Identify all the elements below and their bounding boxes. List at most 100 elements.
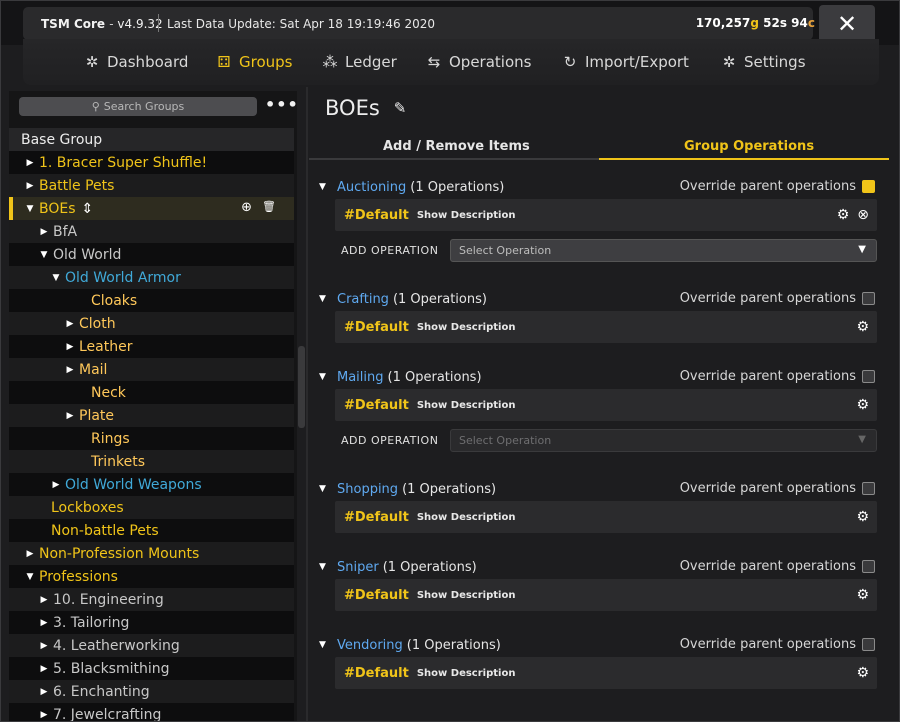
expand-icon[interactable]: ▶ (65, 342, 75, 352)
collapse-icon[interactable]: ▼ (51, 273, 61, 283)
operation-row[interactable]: #Default Show Description ⚙ (335, 389, 877, 421)
override-checkbox[interactable] (862, 370, 875, 383)
module-name[interactable]: Vendoring (337, 638, 403, 653)
collapse-icon[interactable]: ▼ (319, 372, 331, 382)
remove-icon[interactable]: ⊗ (857, 207, 869, 223)
nav-ledger[interactable]: ⁂ Ledger (321, 51, 397, 73)
tree-item[interactable]: Trinkets (9, 450, 294, 473)
expand-icon[interactable]: ▶ (65, 411, 75, 421)
tree-item[interactable]: ▼ BOEs ⇕ ⊕ 🗑 (9, 197, 294, 220)
override-checkbox[interactable] (862, 482, 875, 495)
override-parent[interactable]: Override parent operations (680, 179, 875, 194)
tree-item[interactable]: ▼ Professions (9, 565, 294, 588)
expand-icon[interactable]: ▶ (25, 158, 35, 168)
tree-item[interactable]: Lockboxes (9, 496, 294, 519)
tree-item[interactable]: ▶ Mail (9, 358, 294, 381)
tree-item[interactable]: ▶ 7. Jewelcrafting (9, 703, 294, 721)
collapse-icon[interactable]: ▼ (319, 294, 331, 304)
collapse-icon[interactable]: ▼ (319, 182, 331, 192)
collapse-icon[interactable]: ▼ (39, 250, 49, 260)
gear-icon[interactable]: ⚙ (856, 509, 869, 525)
tree-item[interactable]: Neck (9, 381, 294, 404)
collapse-icon[interactable]: ▼ (25, 204, 35, 214)
expand-icon[interactable]: ▶ (39, 710, 49, 720)
expand-icon[interactable]: ▶ (39, 618, 49, 628)
tree-item[interactable]: ▶ Battle Pets (9, 174, 294, 197)
operation-name[interactable]: #Default (344, 588, 409, 603)
panel-divider[interactable] (306, 87, 308, 721)
expand-icon[interactable]: ▶ (39, 664, 49, 674)
tree-item[interactable]: ▼ Old World (9, 243, 294, 266)
tab-add-remove-items[interactable]: Add / Remove Items (383, 139, 530, 154)
operation-name[interactable]: #Default (344, 320, 409, 335)
tree-item[interactable]: ▶ Old World Weapons (9, 473, 294, 496)
expand-icon[interactable]: ▶ (65, 319, 75, 329)
override-parent[interactable]: Override parent operations (680, 637, 875, 652)
override-parent[interactable]: Override parent operations (680, 291, 875, 306)
nav-groups[interactable]: ⚃ Groups (215, 51, 292, 73)
tree-item[interactable]: ▶ Plate (9, 404, 294, 427)
pencil-icon[interactable]: ✎ (394, 99, 407, 117)
operation-name[interactable]: #Default (344, 510, 409, 525)
show-description-link[interactable]: Show Description (417, 668, 516, 679)
nav-settings[interactable]: ✲ Settings (720, 51, 806, 73)
override-parent[interactable]: Override parent operations (680, 559, 875, 574)
tree-item[interactable]: ▶ Leather (9, 335, 294, 358)
expand-icon[interactable]: ▶ (39, 595, 49, 605)
select-operation-dropdown[interactable]: Select Operation ▼ (450, 239, 877, 262)
collapse-icon[interactable]: ▼ (319, 484, 331, 494)
operation-row[interactable]: #Default Show Description ⚙ (335, 311, 877, 343)
module-name[interactable]: Mailing (337, 370, 384, 385)
show-description-link[interactable]: Show Description (417, 590, 516, 601)
expand-icon[interactable]: ▶ (25, 549, 35, 559)
tree-item[interactable]: ▶ Cloth (9, 312, 294, 335)
expand-icon[interactable]: ▶ (25, 181, 35, 191)
override-checkbox[interactable] (862, 638, 875, 651)
override-checkbox[interactable] (862, 560, 875, 573)
move-icon[interactable]: ⇕ (82, 201, 94, 217)
module-name[interactable]: Shopping (337, 482, 398, 497)
operation-row[interactable]: #Default Show Description ⚙ (335, 657, 877, 689)
gear-icon[interactable]: ⚙ (856, 397, 869, 413)
operation-row[interactable]: #Default Show Description ⚙ ⊗ (335, 199, 877, 231)
expand-icon[interactable]: ▶ (39, 227, 49, 237)
show-description-link[interactable]: Show Description (417, 512, 516, 523)
collapse-icon[interactable]: ▼ (319, 640, 331, 650)
tree-item[interactable]: ▶ 10. Engineering (9, 588, 294, 611)
show-description-link[interactable]: Show Description (417, 322, 516, 333)
tree-item[interactable]: ▶ 1. Bracer Super Shuffle! (9, 151, 294, 174)
module-name[interactable]: Auctioning (337, 180, 406, 195)
module-name[interactable]: Crafting (337, 292, 389, 307)
operation-name[interactable]: #Default (344, 208, 409, 223)
nav-dashboard[interactable]: ✲ Dashboard (83, 51, 189, 73)
gear-icon[interactable]: ⚙ (856, 319, 869, 335)
search-groups-input[interactable]: ⚲ Search Groups (19, 97, 257, 116)
operation-row[interactable]: #Default Show Description ⚙ (335, 579, 877, 611)
tab-group-operations[interactable]: Group Operations (684, 139, 814, 154)
operation-row[interactable]: #Default Show Description ⚙ (335, 501, 877, 533)
tree-item[interactable]: ▼ Old World Armor (9, 266, 294, 289)
tree-item[interactable]: ▶ Non-Profession Mounts (9, 542, 294, 565)
override-parent[interactable]: Override parent operations (680, 481, 875, 496)
expand-icon[interactable]: ▶ (51, 480, 61, 490)
override-parent[interactable]: Override parent operations (680, 369, 875, 384)
gear-icon[interactable]: ⚙ (856, 587, 869, 603)
tree-item[interactable]: ▶ 5. Blacksmithing (9, 657, 294, 680)
override-checkbox[interactable] (862, 180, 875, 193)
tree-item[interactable]: ▶ BfA (9, 220, 294, 243)
tree-item[interactable]: ▶ 4. Leatherworking (9, 634, 294, 657)
operation-name[interactable]: #Default (344, 666, 409, 681)
tree-item[interactable]: Base Group (9, 128, 294, 151)
expand-icon[interactable]: ▶ (39, 687, 49, 697)
expand-icon[interactable]: ▶ (65, 365, 75, 375)
gear-icon[interactable]: ⚙ (856, 665, 869, 681)
expand-icon[interactable]: ▶ (39, 641, 49, 651)
tree-item[interactable]: Rings (9, 427, 294, 450)
gear-icon[interactable]: ⚙ (837, 207, 850, 223)
override-checkbox[interactable] (862, 292, 875, 305)
show-description-link[interactable]: Show Description (417, 210, 516, 221)
more-options-button[interactable]: ••• (265, 95, 299, 114)
close-button[interactable]: ✕ (819, 5, 875, 43)
add-subgroup-icon[interactable]: ⊕ (241, 200, 252, 215)
tree-item[interactable]: Non-battle Pets (9, 519, 294, 542)
